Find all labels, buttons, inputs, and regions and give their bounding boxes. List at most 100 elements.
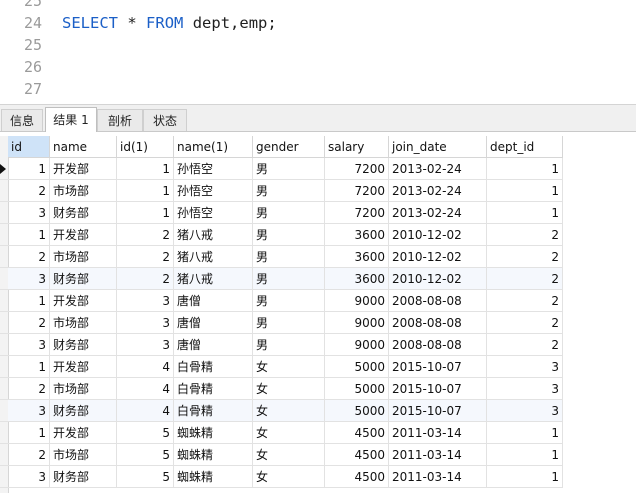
cell-id-1[interactable]: 5: [117, 422, 174, 444]
cell-gender[interactable]: 女: [253, 356, 325, 378]
column-header-id-1[interactable]: id(1): [117, 136, 174, 158]
cell-salary[interactable]: 5000: [325, 400, 389, 422]
table-row[interactable]: 2 市场部 2 猪八戒男 3600 2010-12-02 2: [0, 246, 636, 268]
cell-salary[interactable]: 7200: [325, 158, 389, 180]
cell-join-date[interactable]: 2008-08-08: [389, 290, 487, 312]
cell-gender[interactable]: 男: [253, 290, 325, 312]
cell-id[interactable]: 2: [8, 378, 50, 400]
editor-line[interactable]: 24 SELECT * FROM dept,emp;: [0, 12, 636, 34]
cell-gender[interactable]: 女: [253, 378, 325, 400]
table-row[interactable]: 1 开发部 1 孙悟空男 7200 2013-02-24 1: [0, 158, 636, 180]
cell-name[interactable]: 市场部: [50, 312, 117, 334]
cell-name-1[interactable]: 孙悟空: [174, 158, 253, 180]
cell-id-1[interactable]: 1: [117, 202, 174, 224]
cell-salary[interactable]: 5000: [325, 356, 389, 378]
cell-dept-id[interactable]: 1: [487, 202, 563, 224]
sql-editor[interactable]: 25 24 SELECT * FROM dept,emp; 25 26 27: [0, 0, 636, 104]
table-row[interactable]: 1 开发部 2 猪八戒男 3600 2010-12-02 2: [0, 224, 636, 246]
column-header-name-1[interactable]: name(1): [174, 136, 253, 158]
column-header-name[interactable]: name: [50, 136, 117, 158]
column-header-gender[interactable]: gender: [253, 136, 325, 158]
cell-dept-id[interactable]: 2: [487, 224, 563, 246]
cell-gender[interactable]: 男: [253, 268, 325, 290]
cell-name[interactable]: 市场部: [50, 246, 117, 268]
cell-dept-id[interactable]: 2: [487, 268, 563, 290]
cell-id-1[interactable]: 1: [117, 180, 174, 202]
cell-id[interactable]: 1: [8, 290, 50, 312]
cell-id[interactable]: 3: [8, 466, 50, 488]
result-grid[interactable]: id name id(1) name(1) gender salary join_date d…: [0, 136, 636, 493]
cell-name[interactable]: 开发部: [50, 158, 117, 180]
cell-id-1[interactable]: 3: [117, 312, 174, 334]
table-row[interactable]: 2 市场部 1 孙悟空男 7200 2013-02-24 1: [0, 180, 636, 202]
cell-gender[interactable]: 男: [253, 312, 325, 334]
cell-id-1[interactable]: 5: [117, 444, 174, 466]
cell-name-1[interactable]: 孙悟空: [174, 202, 253, 224]
cell-salary[interactable]: 9000: [325, 290, 389, 312]
cell-gender[interactable]: 男: [253, 202, 325, 224]
cell-salary[interactable]: 3600: [325, 246, 389, 268]
table-row[interactable]: 3 财务部 3 唐僧男 9000 2008-08-08 2: [0, 334, 636, 356]
cell-gender[interactable]: 女: [253, 444, 325, 466]
table-row[interactable]: 2 市场部 5 蜘蛛精女 4500 2011-03-14 1: [0, 444, 636, 466]
cell-join-date[interactable]: 2013-02-24: [389, 180, 487, 202]
cell-id-1[interactable]: 1: [117, 158, 174, 180]
cell-join-date[interactable]: 2013-02-24: [389, 202, 487, 224]
cell-salary[interactable]: 9000: [325, 312, 389, 334]
cell-id-1[interactable]: 4: [117, 400, 174, 422]
cell-gender[interactable]: 女: [253, 422, 325, 444]
cell-gender[interactable]: 男: [253, 246, 325, 268]
cell-id-1[interactable]: 5: [117, 466, 174, 488]
cell-id[interactable]: 1: [8, 158, 50, 180]
cell-dept-id[interactable]: 1: [487, 444, 563, 466]
cell-name-1[interactable]: 蜘蛛精: [174, 466, 253, 488]
cell-name-1[interactable]: 白骨精: [174, 378, 253, 400]
cell-name-1[interactable]: 唐僧: [174, 290, 253, 312]
table-row[interactable]: 1 开发部 5 蜘蛛精女 4500 2011-03-14 1: [0, 422, 636, 444]
cell-dept-id[interactable]: 2: [487, 334, 563, 356]
cell-salary[interactable]: 7200: [325, 202, 389, 224]
cell-id[interactable]: 3: [8, 202, 50, 224]
editor-line[interactable]: 25: [0, 0, 636, 12]
cell-id[interactable]: 1: [8, 422, 50, 444]
cell-join-date[interactable]: 2010-12-02: [389, 224, 487, 246]
cell-id[interactable]: 2: [8, 444, 50, 466]
cell-name[interactable]: 开发部: [50, 290, 117, 312]
cell-id[interactable]: 3: [8, 334, 50, 356]
tab-info[interactable]: 信息: [1, 109, 43, 131]
column-header-join-date[interactable]: join_date: [389, 136, 487, 158]
column-header-dept-id[interactable]: dept_id: [487, 136, 563, 158]
cell-name[interactable]: 市场部: [50, 378, 117, 400]
cell-id-1[interactable]: 3: [117, 334, 174, 356]
cell-name[interactable]: 财务部: [50, 268, 117, 290]
cell-join-date[interactable]: 2010-12-02: [389, 268, 487, 290]
cell-dept-id[interactable]: 2: [487, 290, 563, 312]
cell-id[interactable]: 2: [8, 312, 50, 334]
cell-join-date[interactable]: 2011-03-14: [389, 422, 487, 444]
cell-salary[interactable]: 3600: [325, 224, 389, 246]
cell-id-1[interactable]: 4: [117, 356, 174, 378]
cell-name[interactable]: 开发部: [50, 224, 117, 246]
cell-salary[interactable]: 3600: [325, 268, 389, 290]
cell-salary[interactable]: 9000: [325, 334, 389, 356]
cell-name-1[interactable]: 猪八戒: [174, 246, 253, 268]
cell-name-1[interactable]: 猪八戒: [174, 268, 253, 290]
cell-id[interactable]: 2: [8, 246, 50, 268]
cell-salary[interactable]: 4500: [325, 466, 389, 488]
cell-salary[interactable]: 4500: [325, 444, 389, 466]
tab-status[interactable]: 状态: [143, 109, 187, 131]
table-row[interactable]: 1 开发部 3 唐僧男 9000 2008-08-08 2: [0, 290, 636, 312]
cell-gender[interactable]: 男: [253, 224, 325, 246]
column-header-salary[interactable]: salary: [325, 136, 389, 158]
tab-profile[interactable]: 剖析: [97, 109, 143, 131]
cell-name[interactable]: 财务部: [50, 400, 117, 422]
cell-salary[interactable]: 4500: [325, 422, 389, 444]
cell-id-1[interactable]: 2: [117, 224, 174, 246]
editor-line[interactable]: 27: [0, 78, 636, 100]
cell-gender[interactable]: 女: [253, 466, 325, 488]
cell-dept-id[interactable]: 1: [487, 466, 563, 488]
cell-id[interactable]: 1: [8, 224, 50, 246]
table-row[interactable]: 3 财务部 2 猪八戒男 3600 2010-12-02 2: [0, 268, 636, 290]
editor-line[interactable]: 26: [0, 56, 636, 78]
cell-join-date[interactable]: 2013-02-24: [389, 158, 487, 180]
